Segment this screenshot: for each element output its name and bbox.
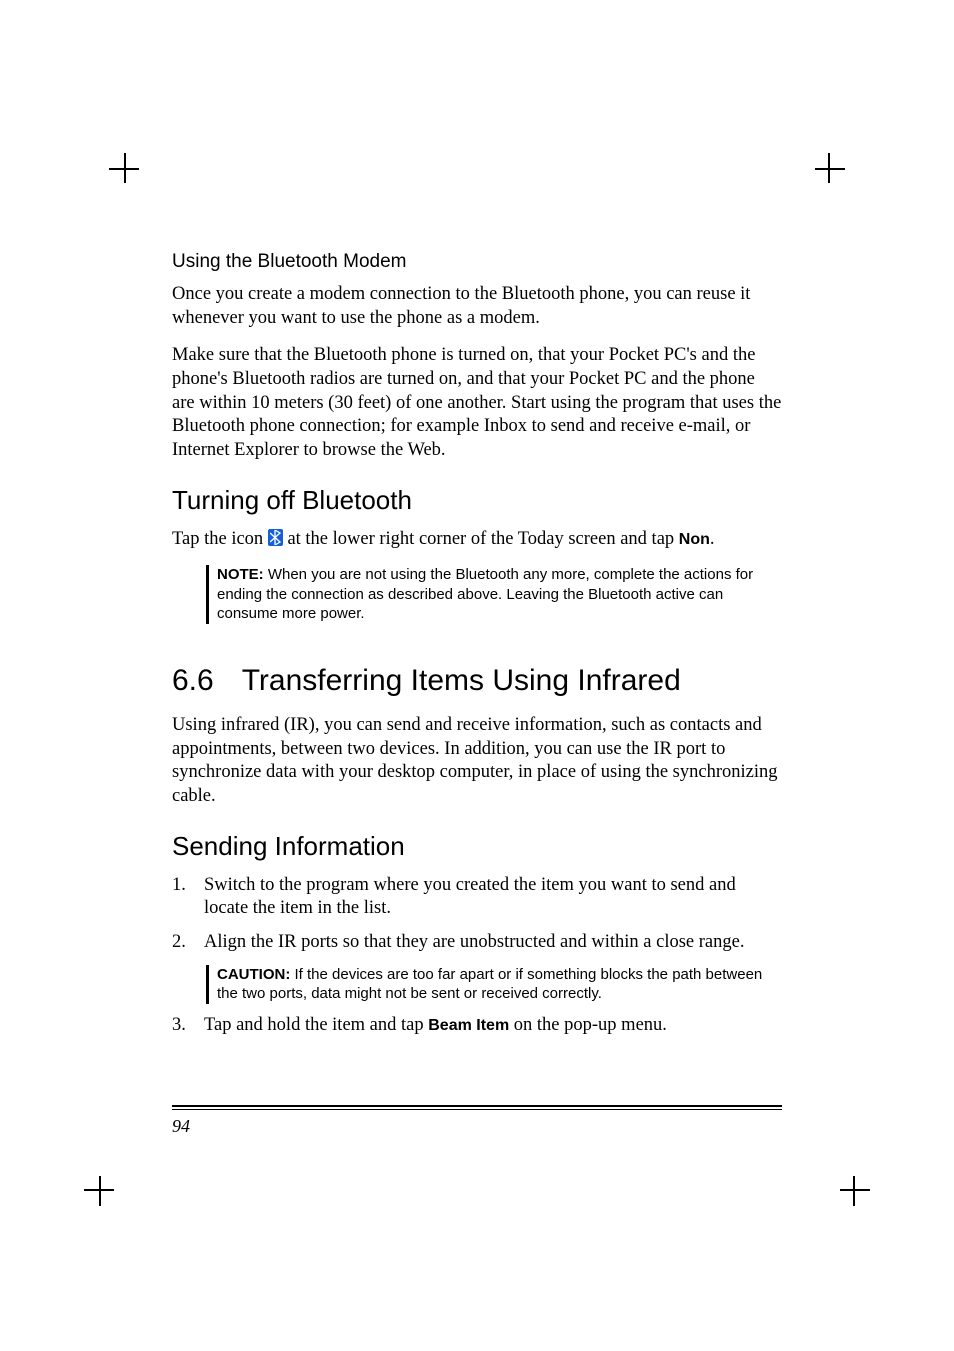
- ordered-steps: Tap and hold the item and tap Beam Item …: [172, 1014, 782, 1038]
- subheading-bluetooth-modem: Using the Bluetooth Modem: [172, 251, 782, 273]
- paragraph: Tap the icon at the lower right corner o…: [172, 528, 782, 552]
- bluetooth-icon: [268, 529, 283, 546]
- heading-sending-information: Sending Information: [172, 831, 782, 862]
- text: on the pop-up menu.: [509, 1015, 667, 1035]
- footer-rule: [172, 1109, 782, 1110]
- crop-mark: [828, 153, 830, 183]
- note-label: NOTE:: [217, 566, 264, 583]
- paragraph: Make sure that the Bluetooth phone is tu…: [172, 344, 782, 462]
- crop-mark: [99, 1176, 101, 1206]
- crop-mark: [124, 153, 126, 183]
- section-number: 6.6: [172, 664, 214, 698]
- paragraph: Using infrared (IR), you can send and re…: [172, 714, 782, 809]
- caution-block: CAUTION: If the devices are too far apar…: [206, 965, 782, 1004]
- crop-mark: [853, 1176, 855, 1206]
- page-content: Using the Bluetooth Modem Once you creat…: [172, 245, 782, 1047]
- text: Tap and hold the item and tap: [204, 1015, 428, 1035]
- text: .: [710, 529, 715, 549]
- note-body: When you are not using the Bluetooth any…: [217, 566, 753, 622]
- page-number: 94: [172, 1116, 782, 1137]
- crop-mark: [815, 168, 845, 170]
- step-item: Tap and hold the item and tap Beam Item …: [172, 1014, 782, 1038]
- text: at the lower right corner of the Today s…: [283, 529, 679, 549]
- crop-mark: [840, 1189, 870, 1191]
- heading-section-6-6: 6.6 Transferring Items Using Infrared: [172, 664, 782, 698]
- text: Tap the icon: [172, 529, 268, 549]
- paragraph: Once you create a modem connection to th…: [172, 283, 782, 330]
- page-footer: 94: [172, 1105, 782, 1137]
- ordered-steps: Switch to the program where you created …: [172, 874, 782, 955]
- note-text: NOTE: When you are not using the Bluetoo…: [217, 565, 782, 624]
- footer-rule: [172, 1105, 782, 1108]
- caution-label: CAUTION:: [217, 966, 290, 983]
- caution-body: If the devices are too far apart or if s…: [217, 966, 762, 1003]
- step-item: Switch to the program where you created …: [172, 874, 782, 921]
- ui-label-non: Non: [679, 531, 710, 548]
- section-title: Transferring Items Using Infrared: [242, 664, 681, 697]
- ui-label-beam-item: Beam Item: [428, 1017, 509, 1034]
- heading-turning-off-bluetooth: Turning off Bluetooth: [172, 485, 782, 516]
- note-block: NOTE: When you are not using the Bluetoo…: [206, 565, 782, 624]
- step-item: Align the IR ports so that they are unob…: [172, 931, 782, 955]
- caution-text: CAUTION: If the devices are too far apar…: [217, 965, 782, 1004]
